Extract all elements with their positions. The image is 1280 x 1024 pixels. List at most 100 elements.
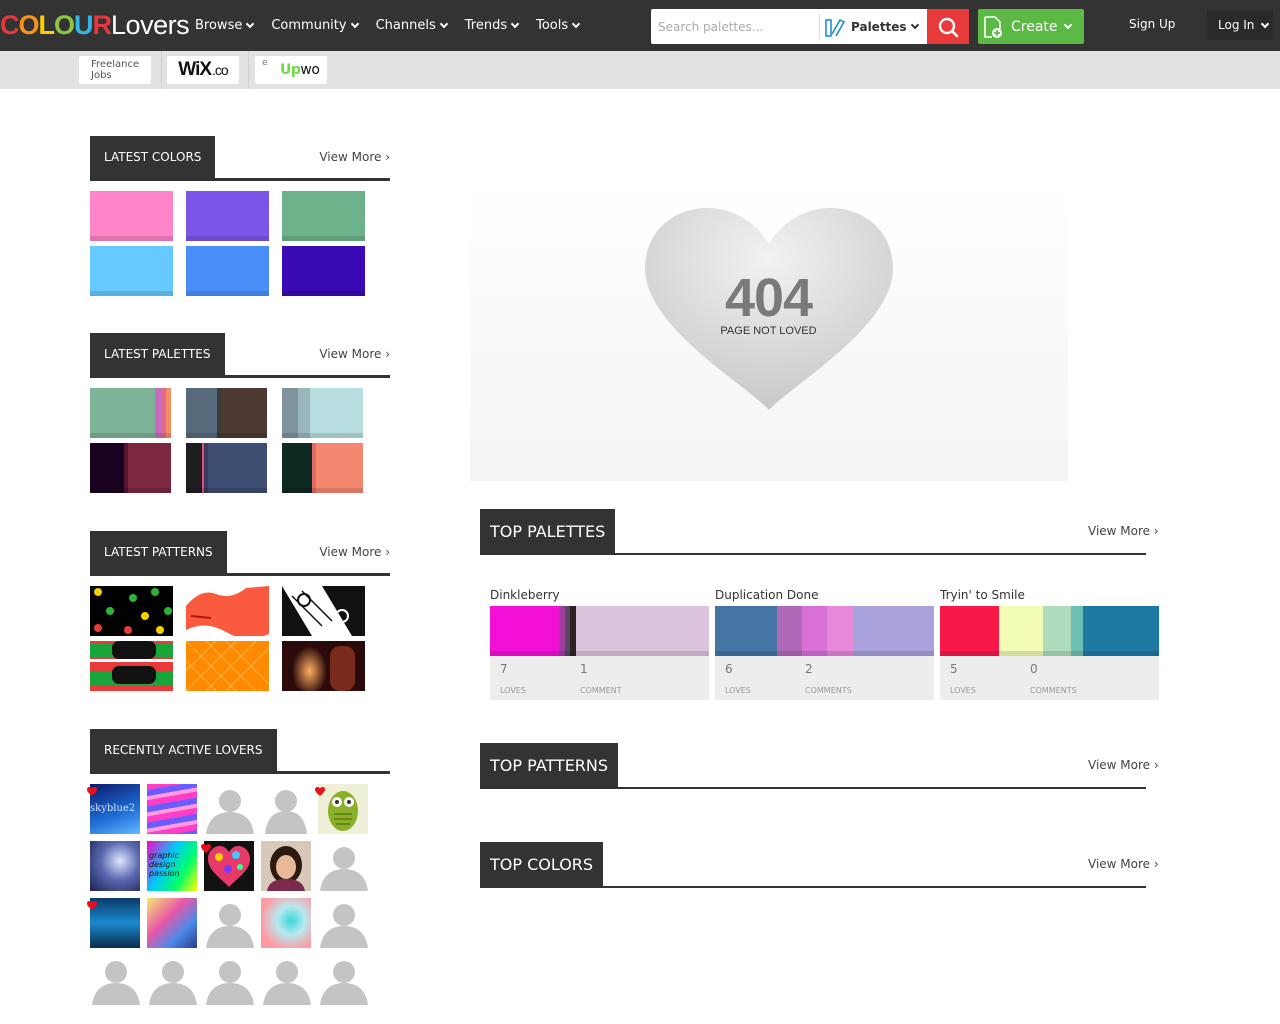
search-button[interactable] bbox=[927, 9, 969, 44]
lover-avatar[interactable] bbox=[90, 898, 140, 948]
colourlovers-logo[interactable]: COLOURLovers bbox=[0, 10, 190, 40]
nav-channels[interactable]: Channels bbox=[376, 18, 448, 33]
ad-upwork[interactable]: e Upwo bbox=[255, 56, 327, 84]
chevron-down-icon bbox=[571, 19, 581, 29]
lover-avatar[interactable] bbox=[147, 784, 197, 834]
palette-color bbox=[940, 606, 999, 656]
lover-avatar[interactable] bbox=[204, 784, 254, 834]
top-patterns-view-more[interactable]: View More › bbox=[1088, 758, 1159, 772]
color-swatch[interactable] bbox=[90, 246, 173, 296]
palette-swatch[interactable] bbox=[90, 388, 171, 438]
palette-swatch[interactable] bbox=[282, 443, 363, 493]
palette-swatch[interactable] bbox=[186, 443, 267, 493]
default-avatar-icon bbox=[147, 955, 197, 1005]
top-colors-view-more[interactable]: View More › bbox=[1088, 857, 1159, 871]
default-avatar-icon bbox=[261, 955, 311, 1005]
palette-name[interactable]: Tryin' to Smile bbox=[940, 588, 1159, 606]
lover-avatar[interactable] bbox=[318, 898, 368, 948]
color-swatch[interactable] bbox=[186, 246, 269, 296]
top-navbar: COLOURLovers Browse Community Channels T… bbox=[0, 0, 1280, 51]
logo-letter: C bbox=[0, 10, 19, 40]
palette-color bbox=[221, 388, 267, 438]
palette-color bbox=[282, 443, 312, 493]
latest-palettes-header: Latest Palettes View More › bbox=[90, 333, 390, 378]
color-swatch[interactable] bbox=[282, 246, 365, 296]
lover-avatar[interactable] bbox=[318, 955, 368, 1005]
color-swatch[interactable] bbox=[186, 191, 269, 241]
lover-avatar[interactable] bbox=[147, 898, 197, 948]
color-swatch[interactable] bbox=[90, 191, 173, 241]
lover-avatar[interactable] bbox=[147, 955, 197, 1005]
login-button[interactable]: Log In bbox=[1207, 10, 1273, 40]
palette-swatch[interactable] bbox=[490, 606, 709, 656]
lover-avatar[interactable]: graphic design passion bbox=[147, 841, 197, 891]
comments-count: 1 bbox=[580, 662, 588, 676]
logo-colour-letters: COLOUR bbox=[0, 10, 112, 40]
latest-colors-view-more[interactable]: View More › bbox=[319, 150, 390, 164]
latest-patterns-title: Latest Patterns bbox=[90, 531, 227, 573]
avatar-image bbox=[261, 784, 311, 834]
palette-name[interactable]: Duplication Done bbox=[715, 588, 934, 606]
lover-avatar[interactable] bbox=[318, 841, 368, 891]
search-type-select[interactable]: Palettes bbox=[825, 9, 919, 44]
latest-patterns-view-more[interactable]: View More › bbox=[319, 545, 390, 559]
lover-avatar[interactable] bbox=[204, 898, 254, 948]
error-code: 404 bbox=[724, 268, 813, 328]
pattern-thumb[interactable] bbox=[282, 586, 365, 636]
top-palette-card: Dinkleberry 7 Loves 1 Comment bbox=[490, 588, 709, 700]
upwork-up: Up bbox=[280, 62, 301, 78]
avatar-image bbox=[261, 898, 311, 948]
lover-avatar[interactable]: skyblue2 bbox=[90, 784, 140, 834]
palette-swatch[interactable] bbox=[940, 606, 1159, 656]
palette-color bbox=[999, 606, 1043, 656]
top-colors-title: Top Colors bbox=[480, 842, 604, 886]
avatar-image bbox=[147, 898, 197, 948]
pattern-thumb[interactable] bbox=[282, 641, 365, 691]
palette-color bbox=[298, 388, 310, 438]
palette-swatch[interactable] bbox=[186, 388, 267, 438]
palette-swatch[interactable] bbox=[90, 443, 171, 493]
logo-letter: L bbox=[38, 10, 55, 40]
main-nav: Browse Community Channels Trends Tools bbox=[195, 0, 597, 51]
signup-link[interactable]: Sign Up bbox=[1129, 17, 1175, 31]
lover-avatar[interactable] bbox=[261, 784, 311, 834]
chevron-down-icon bbox=[350, 19, 359, 29]
palette-color bbox=[208, 443, 267, 493]
loves-count: 6 bbox=[725, 662, 733, 676]
pattern-thumb[interactable] bbox=[90, 586, 173, 636]
ad-wix[interactable]: WiX .co bbox=[167, 56, 239, 84]
lover-avatar[interactable] bbox=[261, 955, 311, 1005]
pattern-thumb[interactable] bbox=[186, 586, 269, 636]
create-label: Create bbox=[1011, 18, 1058, 35]
pattern-thumb[interactable] bbox=[186, 641, 269, 691]
latest-colors-header: Latest Colors View More › bbox=[90, 136, 390, 181]
pattern-thumb[interactable] bbox=[90, 641, 173, 691]
upwork-wo: wo bbox=[300, 62, 320, 78]
lover-avatar[interactable] bbox=[261, 898, 311, 948]
search-input[interactable] bbox=[651, 9, 819, 44]
ad-freelance-jobs[interactable]: Freelance Jobs bbox=[79, 56, 151, 84]
palette-swatch[interactable] bbox=[715, 606, 934, 656]
lover-avatar[interactable] bbox=[90, 955, 140, 1005]
chevron-down-icon bbox=[910, 20, 919, 30]
color-swatch[interactable] bbox=[282, 191, 365, 241]
loves-count: 7 bbox=[500, 662, 508, 676]
create-button[interactable]: Create bbox=[978, 9, 1084, 44]
palette-name[interactable]: Dinkleberry bbox=[490, 588, 709, 606]
pattern-lace-image bbox=[282, 586, 365, 636]
lover-avatar[interactable] bbox=[204, 955, 254, 1005]
palette-color bbox=[316, 443, 363, 493]
lover-avatar[interactable] bbox=[204, 841, 254, 891]
top-palettes-view-more[interactable]: View More › bbox=[1088, 524, 1159, 538]
lover-avatar[interactable] bbox=[90, 841, 140, 891]
palette-swatch[interactable] bbox=[282, 388, 363, 438]
lover-avatar[interactable] bbox=[261, 841, 311, 891]
top-patterns-header: Top Patterns View More › bbox=[480, 743, 1159, 789]
nav-community[interactable]: Community bbox=[271, 18, 359, 33]
nav-browse[interactable]: Browse bbox=[195, 18, 255, 33]
nav-tools[interactable]: Tools bbox=[536, 18, 581, 33]
upwork-logo-text: Upwo bbox=[280, 62, 320, 78]
lover-avatar[interactable] bbox=[318, 784, 368, 834]
nav-trends[interactable]: Trends bbox=[465, 18, 520, 33]
latest-palettes-view-more[interactable]: View More › bbox=[319, 347, 390, 361]
